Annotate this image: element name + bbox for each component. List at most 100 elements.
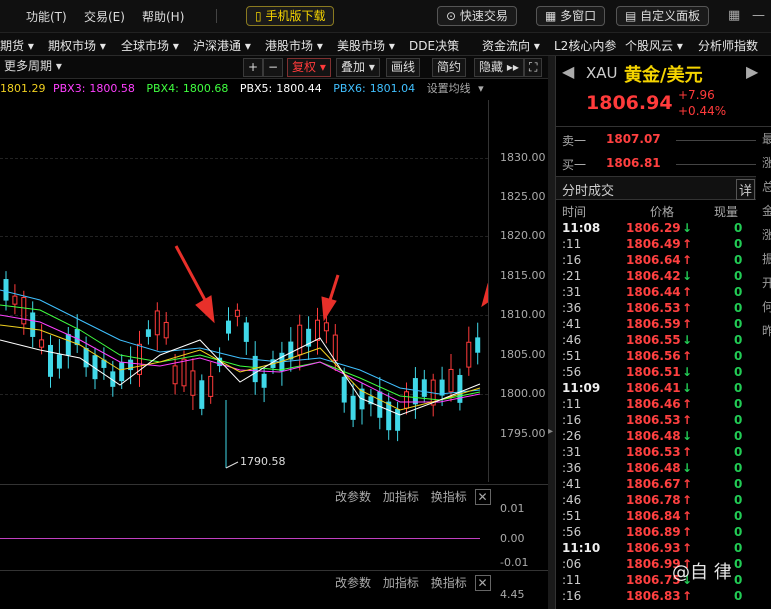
period-select[interactable]: 更多周期 ▾ xyxy=(0,58,66,75)
tick-volume: 0 xyxy=(734,429,743,443)
side-info-char: 总 xyxy=(762,180,771,194)
nav-options[interactable]: 期权市场 ▾ xyxy=(48,37,106,54)
menu-help[interactable]: 帮助(H) xyxy=(142,8,184,25)
tick-row: :16 1806.64 ↑ 0 xyxy=(556,253,756,269)
side-info-char: 涨 xyxy=(762,228,771,242)
close-icon[interactable]: ✕ xyxy=(474,489,491,505)
zoom-in-button[interactable]: + xyxy=(243,58,264,77)
tick-volume: 0 xyxy=(734,445,743,459)
zoom-out-button[interactable]: − xyxy=(263,58,284,77)
mobile-download-label: 手机版下载 xyxy=(265,9,326,23)
candle xyxy=(261,373,267,388)
nav-dde[interactable]: DDE决策 xyxy=(409,37,459,54)
change-params-button[interactable]: 改参数 xyxy=(335,490,371,504)
price-change: +7.96 xyxy=(678,88,715,102)
tick-price: 1806.51 xyxy=(626,365,681,379)
price-change-pct: +0.44% xyxy=(678,104,727,118)
nav-label: 港股市场 xyxy=(265,39,314,53)
divider xyxy=(216,9,217,23)
switch-indicator-button[interactable]: 换指标 xyxy=(431,576,467,590)
close-icon[interactable]: ✕ xyxy=(474,575,491,591)
panel-splitter[interactable]: ▸ xyxy=(548,56,555,609)
ma-legend: 1801.29 PBX3: 1800.58 PBX4: 1800.68 PBX5: 1… xyxy=(0,80,488,100)
hide-label: 隐藏 xyxy=(479,60,504,74)
grid-icon[interactable]: ▦ xyxy=(728,8,740,23)
tick-volume: 0 xyxy=(734,493,743,507)
tick-price: 1806.67 xyxy=(626,477,681,491)
price-axis-divider xyxy=(488,100,489,482)
restore-label: 复权 xyxy=(292,60,317,74)
arrow-down-icon: ↓ xyxy=(682,269,693,283)
price-tick: 1795.00 xyxy=(500,427,546,440)
nav-capital-flow[interactable]: 资金流向 ▾ xyxy=(482,37,540,54)
divider xyxy=(556,126,771,127)
switch-indicator-button[interactable]: 换指标 xyxy=(431,490,467,504)
chart-toolbar: 更多周期 ▾ + − 复权 ▾ 叠加 ▾ 画线 简约 隐藏 ▸▸ ⛶ xyxy=(0,56,548,79)
candle xyxy=(172,365,178,385)
pbx3-number: 1800.58 xyxy=(89,82,135,95)
tick-row: :31 1806.44 ↑ 0 xyxy=(556,285,756,301)
nav-analyst-index[interactable]: 分析师指数 xyxy=(698,37,758,54)
arrow-down-icon: ↓ xyxy=(682,221,693,235)
quick-trade-button[interactable]: ⊙ 快速交易 xyxy=(437,6,517,26)
candle xyxy=(208,375,214,397)
tick-time: :11 xyxy=(562,573,582,587)
menu-trade[interactable]: 交易(E) xyxy=(84,8,125,25)
detail-button[interactable]: 详 xyxy=(736,179,756,200)
ma-settings-button[interactable]: 设置均线 ▾ xyxy=(427,82,484,95)
nav-l2[interactable]: L2核心内参 xyxy=(554,37,616,54)
candle xyxy=(386,401,392,431)
hide-button[interactable]: 隐藏 ▸▸ xyxy=(474,58,524,77)
nav-label: 美股市场 xyxy=(337,39,386,53)
overlay-button[interactable]: 叠加 ▾ xyxy=(336,58,380,77)
next-arrow-icon[interactable]: ▶ xyxy=(746,62,758,81)
multi-window-button[interactable]: ▦ 多窗口 xyxy=(536,6,606,26)
side-info-char: 昨 xyxy=(762,324,771,338)
phone-icon: ▯ xyxy=(255,9,262,23)
candle xyxy=(377,391,383,418)
nav-stock-news[interactable]: 个股风云 ▾ xyxy=(625,37,683,54)
candle xyxy=(145,329,151,337)
nav-futures[interactable]: 期货 ▾ xyxy=(0,37,34,54)
nav-global[interactable]: 全球市场 ▾ xyxy=(121,37,179,54)
tick-list[interactable]: 11:08 1806.29 ↓ 0:11 1806.49 ↑ 0:16 1806.64 ↑ 0:2… xyxy=(556,221,756,609)
change-params-button[interactable]: 改参数 xyxy=(335,576,371,590)
prev-arrow-icon[interactable]: ◀ xyxy=(562,62,574,81)
candle xyxy=(404,391,409,409)
mobile-download-button[interactable]: ▯ 手机版下载 xyxy=(246,6,335,26)
custom-panel-button[interactable]: ▤ 自定义面板 xyxy=(616,6,710,26)
nav-hk-connect[interactable]: 沪深港通 ▾ xyxy=(193,37,251,54)
minimize-icon[interactable]: — xyxy=(752,8,765,23)
candle xyxy=(119,362,125,382)
pbx5-value: PBX5: 1800.44 xyxy=(240,82,326,95)
fullscreen-icon[interactable]: ⛶ xyxy=(524,58,543,77)
add-indicator-button[interactable]: 加指标 xyxy=(383,490,419,504)
arrow-up-icon: ↑ xyxy=(682,301,693,315)
price-tick: 1810.00 xyxy=(500,308,546,321)
restore-button[interactable]: 复权 ▾ xyxy=(287,58,331,77)
indicator-line xyxy=(0,538,480,539)
symbol-name: 黄金/美元 xyxy=(624,65,703,86)
tick-time: :16 xyxy=(562,589,582,603)
tick-price: 1806.41 xyxy=(626,381,681,395)
nav-us-stocks[interactable]: 美股市场 ▾ xyxy=(337,37,395,54)
nav-label: 个股风云 xyxy=(625,39,674,53)
collapse-arrow-icon[interactable]: ▸ xyxy=(548,426,553,437)
tick-time: :56 xyxy=(562,365,582,379)
tick-row: :31 1806.53 ↑ 0 xyxy=(556,445,756,461)
tick-price: 1806.49 xyxy=(626,237,681,251)
candle xyxy=(466,341,472,368)
symbol-code: XAU xyxy=(586,64,618,82)
nav-hk-stocks[interactable]: 港股市场 ▾ xyxy=(265,37,323,54)
simple-button[interactable]: 简约 xyxy=(432,58,467,77)
add-indicator-button[interactable]: 加指标 xyxy=(383,576,419,590)
menu-function[interactable]: 功能(T) xyxy=(26,8,67,25)
multi-window-label: 多窗口 xyxy=(560,9,597,23)
price-tick: 1825.00 xyxy=(500,190,546,203)
tick-volume: 0 xyxy=(734,413,743,427)
draw-line-button[interactable]: 画线 xyxy=(386,58,421,77)
arrow-up-icon: ↑ xyxy=(682,509,693,523)
tick-price: 1806.84 xyxy=(626,509,681,523)
pbx5-label: PBX5: xyxy=(239,82,273,95)
candle xyxy=(448,368,454,393)
